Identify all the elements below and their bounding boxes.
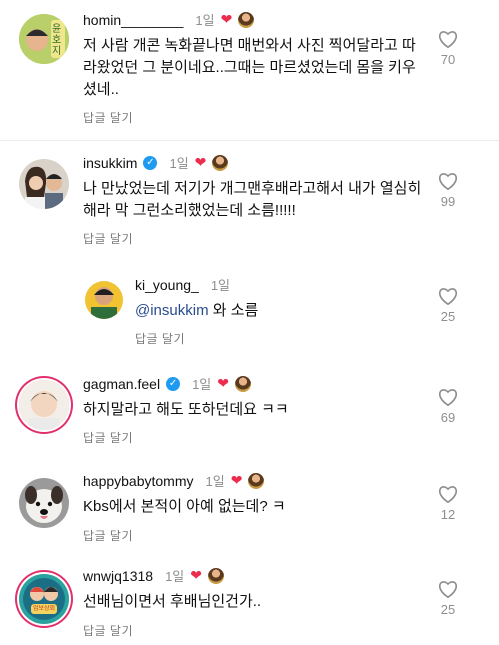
comment-header: wnwjq1318 1일 ❤ [83,566,224,585]
like-count: 25 [440,602,456,617]
author-avatar-icon [208,567,224,584]
comment-text: Kbs에서 본적이 아예 없는데? ㅋ [83,498,286,515]
avatar-label: 윤호지 [52,24,62,57]
avatar[interactable]: 업보상회 [19,574,69,624]
username[interactable]: ki_young_ [135,277,199,293]
like-button[interactable]: 25 [434,287,462,324]
heart-outline-icon [438,486,458,503]
avatar[interactable]: 윤호지 [19,14,69,64]
verified-badge-icon: ✓ [166,376,181,391]
verified-badge-icon: ✓ [143,155,158,170]
reply-button[interactable]: 답글 달기 [83,429,133,446]
comment-body: 와 소름 [208,302,259,319]
like-button[interactable]: 25 [434,580,462,617]
heart-outline-icon [438,581,458,598]
comment-text: 선배님이면서 후배님인건가.. [83,593,262,610]
username[interactable]: gagman.feel [83,376,160,392]
reply-button[interactable]: 답글 달기 [83,622,133,639]
heart-outline-icon [438,31,458,48]
author-avatar-icon [248,472,265,489]
like-count: 99 [440,194,456,209]
like-count: 12 [440,507,456,522]
heart-filled-icon: ❤ [194,154,207,170]
timestamp: 1일 [169,156,189,171]
comment-header: homin________ 1일 ❤ [83,10,255,29]
username[interactable]: insukkim [83,155,137,171]
comment-header: gagman.feel ✓ 1일 ❤ [83,374,251,393]
heart-outline-icon [438,173,458,190]
like-button[interactable]: 70 [434,30,462,67]
avatar[interactable] [19,159,69,209]
avatar[interactable] [85,281,123,319]
heart-filled-icon: ❤ [190,567,202,583]
comment-text: 나 만났었는데 저기가 개그맨후배라고해서 내가 열심히해라 막 그런소리했었는… [83,180,422,219]
comment-header: happybabytommy 1일 ❤ [83,471,265,490]
heart-filled-icon: ❤ [220,11,233,27]
timestamp: 1일 [192,377,212,392]
mention-link[interactable]: @insukkim [135,302,209,319]
heart-filled-icon: ❤ [230,472,243,488]
author-avatar-icon [235,375,251,392]
comment-text: @insukkim 와 소름 [135,300,425,322]
like-button[interactable]: 99 [434,172,462,209]
avatar-label: 업보상회 [32,606,56,612]
comment-text: 하지말라고 해도 또하던데요 ㅋㅋ [83,401,289,418]
like-button[interactable]: 69 [434,388,462,425]
heart-outline-icon [438,389,458,406]
heart-outline-icon [438,288,458,305]
like-count: 69 [440,410,456,425]
reply-button[interactable]: 답글 달기 [83,230,133,247]
author-avatar-icon [238,11,255,28]
divider [0,140,499,141]
timestamp: 1일 [205,474,225,489]
comment-header: ki_young_ 1일 [135,275,230,294]
username[interactable]: wnwjq1318 [83,568,153,584]
timestamp: 1일 [210,278,231,293]
heart-filled-icon: ❤ [217,375,229,391]
reply-button[interactable]: 답글 달기 [83,109,133,126]
timestamp: 1일 [195,13,215,28]
username[interactable]: happybabytommy [83,473,194,489]
avatar[interactable] [19,478,69,528]
reply-button[interactable]: 답글 달기 [83,527,133,544]
like-button[interactable]: 12 [434,485,462,522]
username[interactable]: homin________ [83,12,183,28]
comment-text: 저 사람 개콘 녹화끝나면 매번와서 사진 찍어달라고 따라왔었던 그 분이네요… [83,37,416,98]
like-count: 25 [440,309,456,324]
like-count: 70 [440,52,456,67]
timestamp: 1일 [165,569,185,584]
reply-button[interactable]: 답글 달기 [135,330,185,347]
avatar[interactable] [19,380,69,430]
comment-header: insukkim ✓ 1일 ❤ [83,153,229,172]
author-avatar-icon [212,154,229,171]
